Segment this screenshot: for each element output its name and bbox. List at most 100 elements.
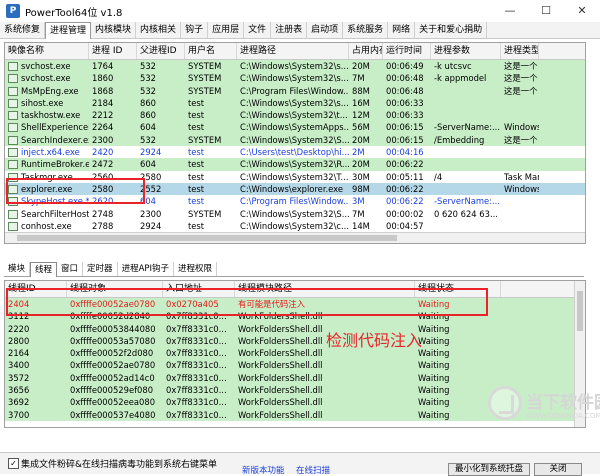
tab-main-6[interactable]: 文件 xyxy=(244,22,272,38)
tab-main-10[interactable]: 网络 xyxy=(388,22,416,38)
tab-detail-4[interactable]: 进程API钩子 xyxy=(118,262,175,276)
process-cell: test xyxy=(188,97,205,108)
tab-main-11[interactable]: 关于和爱心捐助 xyxy=(415,22,488,38)
tab-detail-3[interactable]: 定时器 xyxy=(83,262,118,276)
table-row[interactable]: conhost.exe 2788 2924 test C:\Windows\System… xyxy=(5,219,585,233)
table-row[interactable]: sihost.exe 2184 860 test C:\Windows\System32… xyxy=(5,96,585,110)
process-cell: 这是一个 xyxy=(504,73,538,84)
process-col-header[interactable]: 运行时间 xyxy=(383,43,431,59)
tab-detail-1[interactable]: 线程 xyxy=(30,262,58,277)
table-row[interactable]: RuntimeBroker.exe2472 604 test C:\Windows\S… xyxy=(5,158,585,171)
detail-tab-bar: 模块 线程 窗口 定时器 进程API钩子 进程权限 xyxy=(4,262,584,277)
table-row[interactable]: svchost.exe 1860 532 SYSTEM C:\Windows\Syste… xyxy=(5,72,585,85)
process-name-text: svchost.exe xyxy=(21,61,71,71)
process-list-hscrollbar[interactable] xyxy=(5,232,585,243)
process-cell: test xyxy=(188,147,205,158)
process-name-cell: taskhostw.exe xyxy=(5,109,89,121)
process-col-header[interactable]: 进程参数 xyxy=(431,43,501,59)
tab-main-9[interactable]: 系统服务 xyxy=(343,22,389,38)
online-scan-link[interactable]: 在线扫描 xyxy=(296,464,330,476)
process-cell: SYSTEM xyxy=(188,134,222,145)
highlight-box-explorer xyxy=(6,178,145,204)
tab-main-3[interactable]: 内核相关 xyxy=(136,22,182,38)
table-row[interactable]: 3400 0xffffe00052ae0780 0x7ff8331c0... Work… xyxy=(5,359,585,372)
table-row[interactable]: MsMpEng.exe 1868 532 SYSTEM C:\Program Files… xyxy=(5,84,585,97)
tab-main-7[interactable]: 注册表 xyxy=(271,22,308,38)
process-cell: 860 xyxy=(140,97,156,108)
table-row[interactable]: 3572 0xffffe00052ad14c0 0x7ff8331c0... Work… xyxy=(5,371,585,385)
close-window-button[interactable]: ✕ xyxy=(564,0,600,22)
process-cell xyxy=(501,158,539,170)
process-cell: 604 xyxy=(140,122,156,133)
process-col-header[interactable]: 进程类型 xyxy=(501,43,539,59)
tab-main-2[interactable]: 内核模块 xyxy=(91,22,137,38)
process-cell: 00:05:11 xyxy=(386,171,424,182)
process-cell: test xyxy=(188,196,205,207)
tab-main-1[interactable]: 进程管理 xyxy=(45,22,92,39)
process-name-text: taskhostw.exe xyxy=(21,110,81,121)
tab-main-0[interactable]: 系统修复 xyxy=(0,22,46,38)
table-row[interactable]: ShellExperienceH...2264 604 test C:\Windows… xyxy=(5,121,585,134)
thread-cell: Waiting xyxy=(418,348,450,359)
minimize-button[interactable]: — xyxy=(492,0,528,22)
table-row[interactable]: 2800 0xffffe00053a57080 0x7ff8331c0... Work… xyxy=(5,334,585,348)
maximize-button[interactable]: ☐ xyxy=(528,0,564,22)
process-cell xyxy=(431,220,501,232)
minimize-to-tray-button[interactable]: 最小化到系统托盘 xyxy=(448,463,530,476)
process-name-text: MsMpEng.exe xyxy=(21,85,79,96)
process-name-cell: svchost.exe xyxy=(5,72,89,84)
thread-cell: 0x7ff8331c0... xyxy=(166,385,227,396)
context-menu-checkbox[interactable]: ✓ xyxy=(8,458,19,469)
process-cell: 98M xyxy=(352,183,370,194)
table-row[interactable]: 2164 0xffffe00052f2d080 0x7ff8331c0... Work… xyxy=(5,347,585,360)
table-row[interactable]: 2220 0xffffe00053844080 0x7ff8331c0... Work… xyxy=(5,322,585,335)
tab-detail-2[interactable]: 窗口 xyxy=(57,262,84,276)
process-cell: test xyxy=(188,159,205,170)
process-col-header[interactable]: 进程 ID xyxy=(89,43,137,59)
process-cell: 7M xyxy=(352,73,365,84)
tab-detail-5[interactable]: 进程权限 xyxy=(174,262,218,276)
table-row[interactable]: taskhostw.exe 2212 860 test C:\Windows\Syste… xyxy=(5,109,585,122)
close-button[interactable]: 关闭 xyxy=(534,463,582,476)
table-row[interactable]: SearchFilterHost.ex...2748 2300 SYSTEM C:\W… xyxy=(5,207,585,220)
process-col-header[interactable]: 用户名 xyxy=(185,43,237,59)
process-cell: Windows xyxy=(504,122,539,133)
process-cell: 3M xyxy=(352,196,365,207)
thread-cell: 0x7ff8331c0... xyxy=(166,335,227,346)
process-list-header: 映像名称进程 ID父进程ID用户名进程路径占用内存运行时间进程参数进程类型 xyxy=(5,43,585,60)
process-col-header[interactable]: 占用内存 xyxy=(349,43,383,59)
thread-cell: Waiting xyxy=(418,335,450,346)
process-name-cell: RuntimeBroker.exe xyxy=(5,158,89,170)
process-cell: /4 xyxy=(434,171,443,182)
process-name-text: sihost.exe xyxy=(21,97,64,108)
process-file-icon xyxy=(8,62,18,71)
thread-cell: 2164 xyxy=(8,348,30,359)
process-name-cell: inject.x64.exe xyxy=(5,146,89,158)
vscroll-thumb[interactable] xyxy=(577,291,583,331)
process-cell: 20M xyxy=(352,134,370,145)
tab-main-5[interactable]: 应用层 xyxy=(208,22,245,38)
table-row[interactable]: svchost.exe 1764 532 SYSTEM C:\Windows\Syste… xyxy=(5,60,585,73)
process-file-icon xyxy=(8,111,18,121)
process-cell: SYSTEM xyxy=(188,73,222,84)
process-cell: 16M xyxy=(352,97,370,108)
process-cell xyxy=(431,183,501,195)
process-col-header[interactable]: 映像名称 xyxy=(5,43,89,59)
table-row[interactable]: SearchIndexer.exe2300 532 SYSTEM C:\Windows… xyxy=(5,133,585,147)
process-col-header[interactable]: 进程路径 xyxy=(237,43,349,59)
process-cell xyxy=(501,97,539,109)
hscroll-thumb[interactable] xyxy=(17,235,397,241)
process-cell: 532 xyxy=(140,61,156,71)
new-features-link[interactable]: 新版本功能 xyxy=(242,464,285,476)
process-name-cell: SearchFilterHost.ex... xyxy=(5,208,89,220)
tab-detail-0[interactable]: 模块 xyxy=(4,262,31,276)
process-cell: C:\Windows\System32\t... xyxy=(240,110,348,121)
tab-main-4[interactable]: 钩子 xyxy=(181,22,209,38)
tab-main-8[interactable]: 启动项 xyxy=(307,22,344,38)
process-cell: 1764 xyxy=(92,61,114,71)
table-row[interactable]: inject.x64.exe 2420 2924 test C:\Users\test\… xyxy=(5,146,585,159)
process-col-header[interactable]: 父进程ID xyxy=(137,43,185,59)
thread-cell: 0xffffe00052ae0780 xyxy=(70,360,156,371)
process-file-icon xyxy=(8,86,18,96)
process-cell: 532 xyxy=(140,73,156,84)
